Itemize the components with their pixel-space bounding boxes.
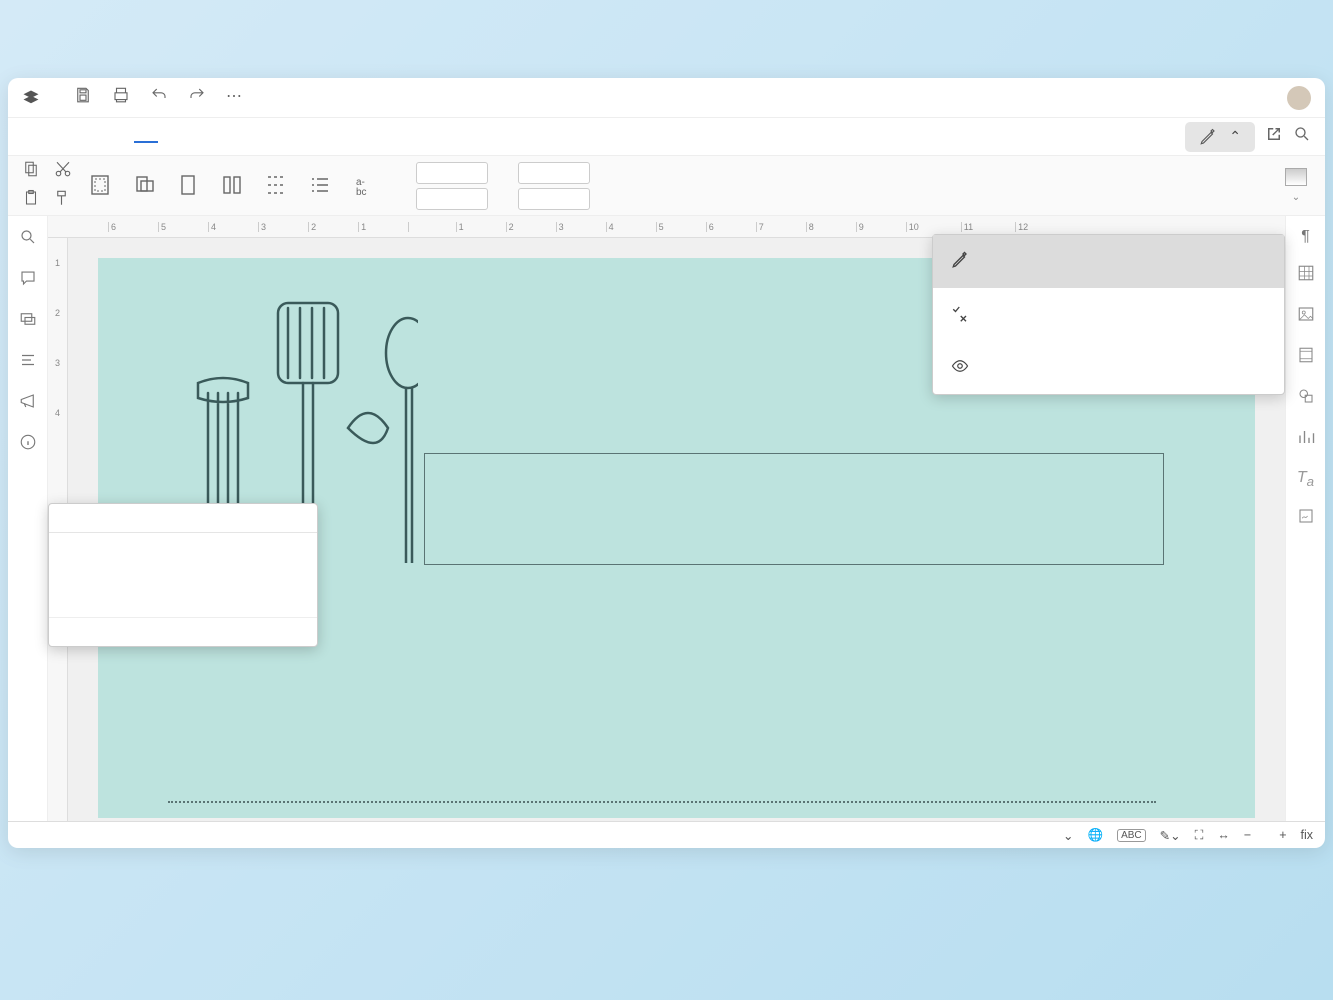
chevron-down-icon[interactable]: ⌄ xyxy=(1292,192,1300,203)
user-avatar[interactable] xyxy=(1287,86,1311,110)
menu-file[interactable] xyxy=(22,131,46,143)
space-after-input[interactable] xyxy=(518,188,590,210)
format-painter-icon[interactable] xyxy=(54,189,72,212)
chevron-up-icon: ⌃ xyxy=(1229,128,1241,145)
dish-name-box[interactable] xyxy=(424,453,1164,565)
open-location-icon[interactable] xyxy=(1265,125,1283,148)
more-colors-option[interactable] xyxy=(49,617,317,646)
track-changes-icon[interactable]: ✎⌄ xyxy=(1160,828,1181,843)
color-fill-icon[interactable] xyxy=(1285,168,1307,186)
menu-home[interactable] xyxy=(50,131,74,143)
menu-draw[interactable] xyxy=(106,131,130,143)
copy-icon[interactable] xyxy=(22,160,40,183)
menu-view[interactable] xyxy=(246,131,270,143)
menu-collaboration[interactable] xyxy=(190,131,214,143)
more-icon[interactable]: ⋯ xyxy=(226,86,242,109)
mode-reviewing[interactable] xyxy=(933,288,1284,341)
menu-references[interactable] xyxy=(162,131,186,143)
language-selector[interactable]: ⌄ xyxy=(1063,828,1073,843)
fit-page-icon[interactable]: ⛶ xyxy=(1195,828,1204,843)
cut-icon[interactable] xyxy=(54,160,72,183)
fit-width-icon[interactable]: ↔ xyxy=(1217,828,1230,842)
columns-button[interactable] xyxy=(210,171,254,201)
find-icon[interactable] xyxy=(19,228,37,251)
review-icon xyxy=(951,302,973,327)
line-numbers-button[interactable] xyxy=(298,171,342,201)
space-before-input[interactable] xyxy=(518,162,590,184)
globe-icon[interactable]: 🌐 xyxy=(1088,828,1104,843)
mode-button[interactable]: ⌃ xyxy=(1185,122,1255,152)
menu-plugins[interactable] xyxy=(274,131,298,143)
signature-icon[interactable] xyxy=(1297,507,1315,530)
table-settings-icon[interactable] xyxy=(1297,264,1315,287)
redo-icon[interactable] xyxy=(188,86,206,109)
logo-icon xyxy=(22,89,40,107)
right-sidebar: ¶ Ta xyxy=(1285,216,1325,821)
app-logo xyxy=(22,89,46,107)
navigation-icon[interactable] xyxy=(19,351,37,374)
header-footer-icon[interactable] xyxy=(1297,346,1315,369)
search-icon[interactable] xyxy=(1293,125,1311,148)
statusbar: ⌄ 🌐 ABC ✎⌄ ⛶ ↔ − + fix xyxy=(8,821,1325,848)
eye-icon xyxy=(951,355,973,380)
mode-editing[interactable] xyxy=(933,235,1284,288)
menu-layout[interactable] xyxy=(134,131,158,143)
hyphenation-button[interactable]: a-bc xyxy=(342,171,386,201)
menu-protection[interactable] xyxy=(218,131,242,143)
text-art-icon[interactable]: Ta xyxy=(1297,469,1314,489)
menubar: ⌃ xyxy=(8,118,1325,156)
feedback-icon[interactable] xyxy=(19,392,37,415)
pencil-icon xyxy=(951,249,973,274)
menu-insert[interactable] xyxy=(78,131,102,143)
shape-settings-icon[interactable] xyxy=(1297,387,1315,410)
pencil-icon xyxy=(1199,128,1217,146)
left-indent-input[interactable] xyxy=(416,162,488,184)
chat-icon[interactable] xyxy=(19,310,37,333)
chart-settings-icon[interactable] xyxy=(1297,428,1315,451)
mode-viewing[interactable] xyxy=(933,341,1284,394)
size-button[interactable] xyxy=(166,171,210,201)
breaks-button[interactable] xyxy=(254,171,298,201)
comments-icon[interactable] xyxy=(19,269,37,292)
orientation-button[interactable] xyxy=(122,171,166,201)
about-icon[interactable] xyxy=(19,433,37,456)
layout-toolbar: a-bc ⌄ xyxy=(8,156,1325,216)
titlebar: ⋯ xyxy=(8,78,1325,118)
svg-text:bc: bc xyxy=(356,187,367,197)
print-icon[interactable] xyxy=(112,86,130,109)
margins-button[interactable] xyxy=(78,171,122,201)
no-fill-option[interactable] xyxy=(49,504,317,533)
editing-mode-dropdown xyxy=(932,234,1285,395)
paragraph-icon[interactable]: ¶ xyxy=(1301,228,1310,246)
spellcheck-icon[interactable]: ABC xyxy=(1117,829,1146,842)
image-settings-icon[interactable] xyxy=(1297,305,1315,328)
zoom-out-button[interactable]: − xyxy=(1244,828,1251,842)
paste-icon[interactable] xyxy=(22,189,40,212)
save-icon[interactable] xyxy=(74,86,92,109)
color-picker-popup xyxy=(48,503,318,647)
right-indent-input[interactable] xyxy=(416,188,488,210)
left-sidebar xyxy=(8,216,48,821)
undo-icon[interactable] xyxy=(150,86,168,109)
zoom-in-button[interactable]: + xyxy=(1279,828,1286,842)
